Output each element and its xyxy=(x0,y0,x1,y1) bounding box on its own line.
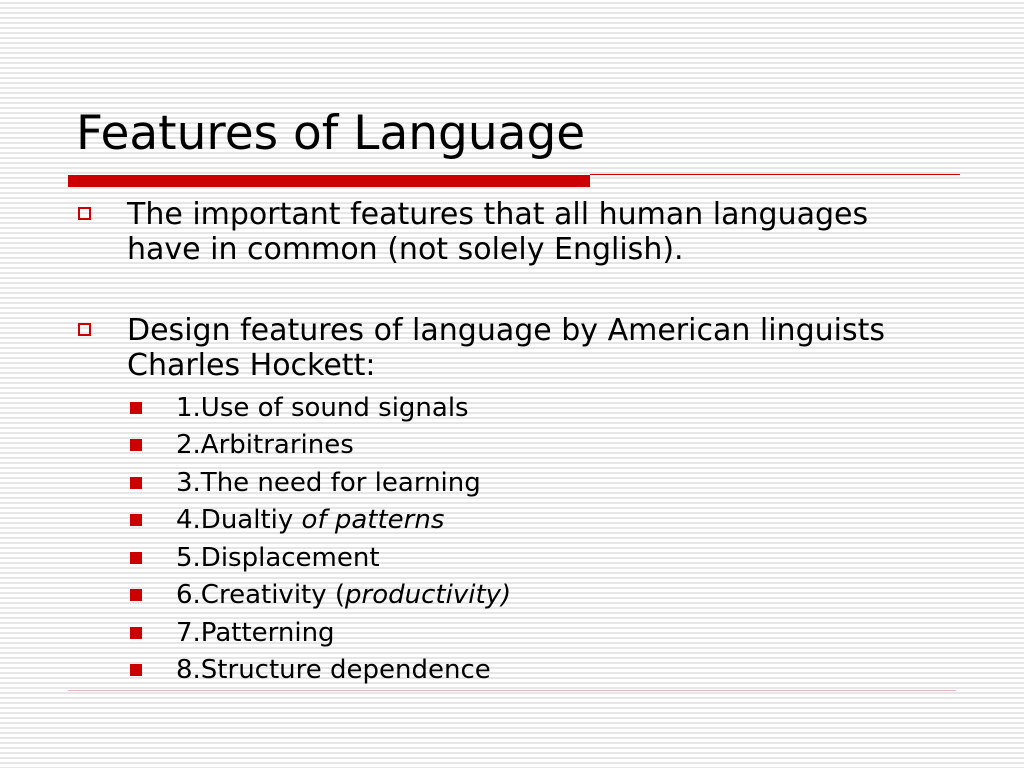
sub-bullet-item: 6.Creativity (productivity) xyxy=(130,580,511,610)
filled-square-bullet-icon xyxy=(130,402,142,414)
title-underline-thin xyxy=(590,174,960,175)
filled-square-bullet-icon xyxy=(130,664,142,676)
sub-bullet-item: 2.Arbitrarines xyxy=(130,430,354,460)
hollow-square-bullet-icon xyxy=(78,323,91,336)
sub-bullet-text: 7.Patterning xyxy=(176,618,335,648)
footer-divider xyxy=(68,690,956,691)
bullet-text: Design features of language by American … xyxy=(127,313,885,383)
sub-bullet-text: 3.The need for learning xyxy=(176,468,481,498)
sub-bullet-text: 6.Creativity ( xyxy=(176,580,346,610)
hollow-square-bullet-icon xyxy=(78,207,91,220)
sub-bullet-text: 2.Arbitrarines xyxy=(176,430,354,460)
sub-bullet-item: 1.Use of sound signals xyxy=(130,393,469,423)
sub-bullet-item: 4.Dualtiy of patterns xyxy=(130,505,444,535)
sub-bullet-text: 5.Displacement xyxy=(176,543,380,573)
sub-bullet-item: 8.Structure dependence xyxy=(130,655,491,685)
filled-square-bullet-icon xyxy=(130,477,142,489)
sub-bullet-item: 3.The need for learning xyxy=(130,468,481,498)
filled-square-bullet-icon xyxy=(130,514,142,526)
title-underline-thick xyxy=(68,175,590,187)
sub-bullet-item: 5.Displacement xyxy=(130,543,380,573)
sub-bullet-italic: of patterns xyxy=(301,505,445,535)
filled-square-bullet-icon xyxy=(130,589,142,601)
filled-square-bullet-icon xyxy=(130,627,142,639)
bullet-item: Design features of language by American … xyxy=(78,313,918,383)
slide-title: Features of Language xyxy=(76,106,586,161)
sub-bullet-text: 4.Dualtiy xyxy=(176,505,302,535)
sub-bullet-text: 8.Structure dependence xyxy=(176,655,491,685)
bullet-text: The important features that all human la… xyxy=(127,197,869,267)
sub-bullet-text: 1.Use of sound signals xyxy=(176,393,469,423)
bullet-item: The important features that all human la… xyxy=(78,197,918,267)
filled-square-bullet-icon xyxy=(130,552,142,564)
sub-bullet-item: 7.Patterning xyxy=(130,618,335,648)
sub-bullet-italic: productivity) xyxy=(345,580,512,610)
filled-square-bullet-icon xyxy=(130,439,142,451)
